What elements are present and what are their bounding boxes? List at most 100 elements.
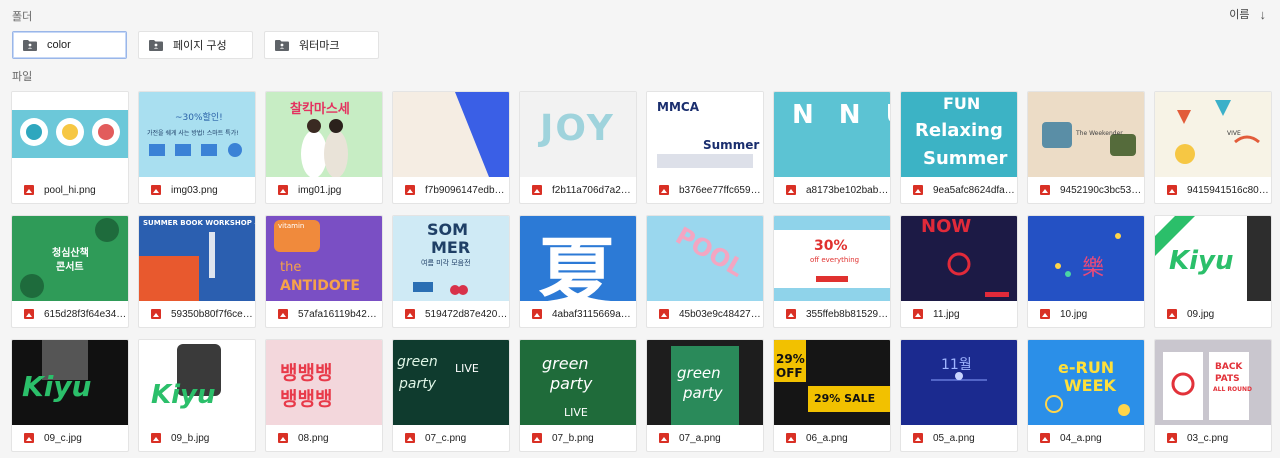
image-file-icon <box>786 433 796 443</box>
files-label: 파일 <box>12 71 33 83</box>
file-thumbnail: green party LIVE <box>520 340 636 425</box>
image-file-icon <box>405 433 415 443</box>
image-file-icon <box>278 433 288 443</box>
file-meta: 9452190c3bc5313f5... <box>1028 177 1144 203</box>
file-name: 355ffeb8b81529207... <box>806 308 890 320</box>
file-card[interactable]: POOL 45b03e9c48427854... <box>647 216 763 327</box>
file-card[interactable]: Kiyu 09.jpg <box>1155 216 1271 327</box>
image-file-icon <box>659 309 669 319</box>
folder-name: 페이지 구성 <box>173 40 227 52</box>
file-card[interactable]: N N U a8173be102bab2a7... <box>774 92 890 203</box>
file-name: img03.png <box>171 184 218 196</box>
file-name: 07_c.png <box>425 432 467 444</box>
file-card[interactable]: vitamin the ANTIDOTE 57afa16119b42477b..… <box>266 216 382 327</box>
file-card[interactable]: 뱅뱅뱅 뱅뱅뱅 08.png <box>266 340 382 451</box>
file-card[interactable]: VIVE 9415941516c80127... <box>1155 92 1271 203</box>
file-thumbnail: 11월 <box>901 340 1017 425</box>
file-name: 05_a.png <box>933 432 975 444</box>
thumb-text: Relaxing <box>915 120 1003 141</box>
file-card[interactable]: e-RUN WEEK 04_a.png <box>1028 340 1144 451</box>
file-card[interactable]: 29% OFF 29% SALE 06_a.png <box>774 340 890 451</box>
file-card[interactable]: 30% off everything 355ffeb8b81529207... <box>774 216 890 327</box>
thumb-text: ALL ROUND <box>1213 386 1252 393</box>
file-meta: 355ffeb8b81529207... <box>774 301 890 327</box>
file-name: 09_c.jpg <box>44 432 82 444</box>
file-card[interactable]: 11월 05_a.png <box>901 340 1017 451</box>
file-thumbnail: 찰칵마스세 <box>266 92 382 177</box>
file-meta: 07_c.png <box>393 425 509 451</box>
file-meta: 11.jpg <box>901 301 1017 327</box>
file-card[interactable]: Kiyu 09_b.jpg <box>139 340 255 451</box>
thumb-text: party <box>683 384 723 402</box>
file-thumbnail: N N U <box>774 92 890 177</box>
file-thumbnail: JOY <box>520 92 636 177</box>
image-file-icon <box>532 433 542 443</box>
file-card[interactable]: JOY f2b11a706d7a207cd... <box>520 92 636 203</box>
file-thumbnail: green party <box>647 340 763 425</box>
thumb-text: Kiyu <box>22 370 92 403</box>
thumb-text: FUN <box>943 94 981 113</box>
folder-color[interactable]: color <box>12 31 127 59</box>
file-card[interactable]: 夏 4abaf3115669ad013... <box>520 216 636 327</box>
file-meta: 4abaf3115669ad013... <box>520 301 636 327</box>
file-card[interactable]: green party LIVE 07_b.png <box>520 340 636 451</box>
file-card[interactable]: 찰칵마스세 img01.jpg <box>266 92 382 203</box>
file-card[interactable]: ~30%할인! 가전을 쉐게 사는 방법! 스마트 특가! img03.png <box>139 92 255 203</box>
folder-watermark[interactable]: 워터마크 <box>264 31 379 59</box>
file-card[interactable]: green party 07_a.png <box>647 340 763 451</box>
file-card[interactable]: BACK PATS ALL ROUND 03_c.png <box>1155 340 1271 451</box>
file-card[interactable]: NOW 11.jpg <box>901 216 1017 327</box>
file-card[interactable]: 樂 10.jpg <box>1028 216 1144 327</box>
file-card[interactable]: FUN Relaxing Summer 9ea5afc8624dfac11... <box>901 92 1017 203</box>
file-meta: img03.png <box>139 177 255 203</box>
image-file-icon <box>1040 433 1050 443</box>
thumb-text: WEEK <box>1064 376 1116 395</box>
file-card[interactable]: SOM MER 여름 미각 모음전 519472d87e420fe77... <box>393 216 509 327</box>
file-thumbnail: e-RUN WEEK <box>1028 340 1144 425</box>
thumb-text: green <box>542 354 589 373</box>
file-name: 4abaf3115669ad013... <box>552 308 636 320</box>
folder-icon <box>275 39 289 51</box>
thumb-text: LIVE <box>455 362 479 375</box>
file-card[interactable]: 청심산책 콘서트 615d28f3f64e3455c... <box>12 216 128 327</box>
image-file-icon <box>659 185 669 195</box>
file-name: 57afa16119b42477b... <box>298 308 382 320</box>
file-meta: 06_a.png <box>774 425 890 451</box>
thumb-text: party <box>550 374 593 393</box>
file-name: f2b11a706d7a207cd... <box>552 184 636 196</box>
file-name: 9452190c3bc5313f5... <box>1060 184 1144 196</box>
file-card[interactable]: Kiyu 09_c.jpg <box>12 340 128 451</box>
file-card[interactable]: f7b9096147edb04ea... <box>393 92 509 203</box>
thumb-text: JOY <box>540 108 615 149</box>
arrow-down-icon[interactable]: ↓ <box>1260 7 1267 22</box>
file-meta: pool_hi.png <box>12 177 128 203</box>
thumb-text: 29% <box>776 352 805 366</box>
folder-page-structure[interactable]: 페이지 구성 <box>138 31 253 59</box>
file-thumbnail <box>393 92 509 177</box>
file-meta: 9415941516c80127... <box>1155 177 1271 203</box>
file-thumbnail: BACK PATS ALL ROUND <box>1155 340 1271 425</box>
file-meta: 615d28f3f64e3455c... <box>12 301 128 327</box>
thumb-text: 뱅뱅뱅 <box>280 362 333 384</box>
file-card[interactable]: MMCA Summer b376ee77ffc659bf1... <box>647 92 763 203</box>
sort-control[interactable]: 이름 ↓ <box>1229 6 1266 22</box>
file-thumbnail: Kiyu <box>139 340 255 425</box>
file-thumbnail: Kiyu <box>1155 216 1271 301</box>
file-meta: 05_a.png <box>901 425 1017 451</box>
file-thumbnail: 樂 <box>1028 216 1144 301</box>
file-thumbnail: 청심산책 콘서트 <box>12 216 128 301</box>
file-meta: 07_b.png <box>520 425 636 451</box>
file-card[interactable]: pool_hi.png <box>12 92 128 203</box>
image-file-icon <box>786 309 796 319</box>
file-card[interactable]: The Weekender 9452190c3bc5313f5... <box>1028 92 1144 203</box>
sort-label[interactable]: 이름 <box>1229 6 1249 22</box>
thumb-text: PATS <box>1215 374 1240 384</box>
image-file-icon <box>278 185 288 195</box>
thumb-text: party <box>399 376 436 392</box>
thumb-text: OFF <box>776 366 803 380</box>
file-thumbnail: The Weekender <box>1028 92 1144 177</box>
file-card[interactable]: green party LIVE 07_c.png <box>393 340 509 451</box>
file-card[interactable]: SUMMER BOOK WORKSHOP #1 59350b80f7f6ce21… <box>139 216 255 327</box>
file-thumbnail: ~30%할인! 가전을 쉐게 사는 방법! 스마트 특가! <box>139 92 255 177</box>
file-name: 09_b.jpg <box>171 432 210 444</box>
